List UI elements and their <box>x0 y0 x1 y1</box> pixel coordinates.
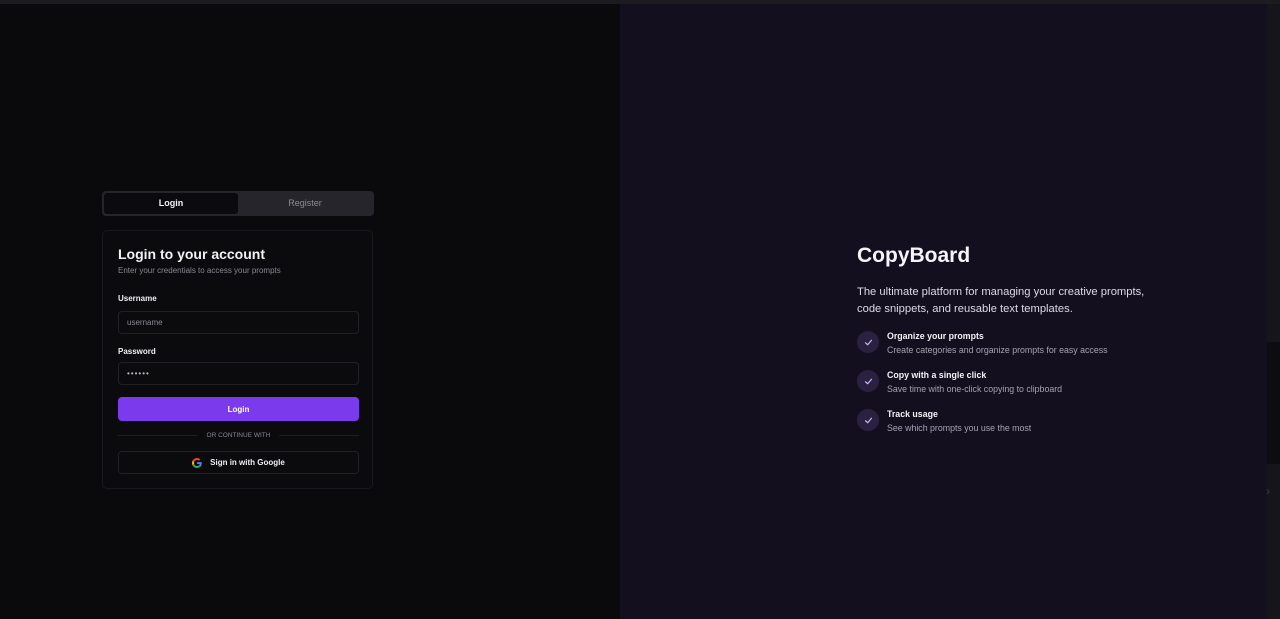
chevron-right-icon[interactable]: › <box>1266 484 1270 498</box>
divider-text: OR CONTINUE WITH <box>198 431 279 440</box>
google-signin-button[interactable]: Sign in with Google <box>118 451 359 474</box>
check-icon <box>857 409 879 431</box>
login-button[interactable]: Login <box>118 397 359 421</box>
card-subtitle: Enter your credentials to access your pr… <box>118 266 281 275</box>
window-edge <box>1267 4 1280 619</box>
feature-description: See which prompts you use the most <box>887 423 1032 433</box>
password-input[interactable] <box>118 362 359 385</box>
feature-item: Organize your prompts Create categories … <box>857 331 1187 361</box>
feature-title: Copy with a single click <box>887 370 987 380</box>
feature-item: Copy with a single click Save time with … <box>857 370 1187 400</box>
side-panel-handle[interactable] <box>1267 342 1280 464</box>
auth-tabs: Login Register <box>102 191 374 216</box>
login-card: Login to your account Enter your credent… <box>102 230 373 489</box>
username-label: Username <box>118 294 157 303</box>
brand-title: CopyBoard <box>857 244 971 267</box>
feature-description: Create categories and organize prompts f… <box>887 345 1108 355</box>
brand-tagline: The ultimate platform for managing your … <box>857 286 1145 315</box>
feature-title: Track usage <box>887 409 938 419</box>
check-icon <box>857 331 879 353</box>
password-label: Password <box>118 347 156 356</box>
feature-item: Track usage See which prompts you use th… <box>857 409 1187 439</box>
feature-title: Organize your prompts <box>887 331 984 341</box>
card-title: Login to your account <box>118 246 265 262</box>
tab-register[interactable]: Register <box>238 193 372 214</box>
check-icon <box>857 370 879 392</box>
google-signin-label: Sign in with Google <box>210 458 285 467</box>
feature-description: Save time with one-click copying to clip… <box>887 384 1063 394</box>
tab-login[interactable]: Login <box>104 193 238 214</box>
google-icon <box>192 457 202 468</box>
username-input[interactable] <box>118 311 359 334</box>
